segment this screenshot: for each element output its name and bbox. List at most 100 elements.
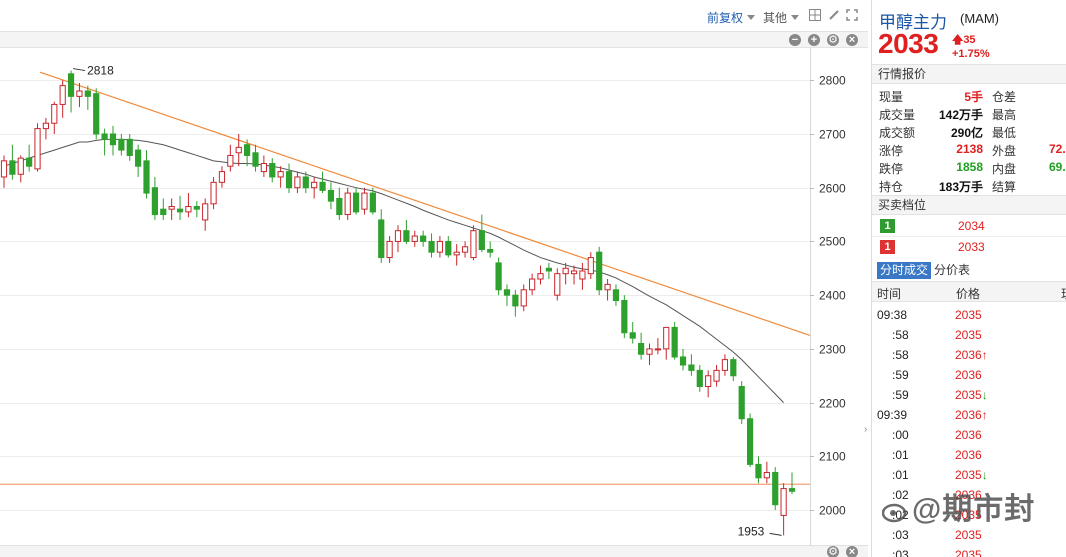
orderbook-title: 买卖档位	[872, 195, 1066, 215]
other-dropdown[interactable]: 其他	[763, 9, 800, 26]
candle-body	[579, 270, 586, 280]
candle-body	[545, 267, 552, 272]
tick-row: :01 2035↓	[872, 465, 1066, 485]
candle-body	[176, 208, 184, 213]
symbol-code: (MAM)	[960, 11, 999, 26]
candle-body	[738, 385, 745, 420]
candle-body	[42, 122, 50, 130]
candle-body	[654, 348, 661, 351]
candle-body	[646, 348, 653, 355]
candle-body	[118, 138, 125, 151]
quote-value: 290亿	[950, 126, 983, 140]
candle-body	[319, 181, 326, 191]
expand-icon[interactable]	[846, 9, 858, 21]
close-icon[interactable]: ×	[846, 34, 858, 46]
candle-body	[445, 240, 452, 256]
watermark-text: @期市封	[912, 493, 1036, 526]
candle-body	[503, 289, 511, 296]
candle-body	[713, 369, 720, 382]
candle-body	[596, 251, 603, 291]
candle-body	[67, 73, 75, 97]
tick-time: :03	[892, 528, 909, 542]
orderbook-sell-row: 1 2034	[872, 216, 1066, 237]
candle-body	[227, 154, 234, 167]
tick-price: 2036↑	[955, 408, 988, 422]
weibo-logo-icon	[882, 503, 907, 523]
settings-icon[interactable]: ⚙	[827, 34, 839, 46]
quote-label: 跌停	[879, 162, 904, 176]
candle-body	[562, 267, 569, 275]
close-icon[interactable]: ×	[846, 546, 858, 557]
adjust-price-dropdown[interactable]: 前复权	[707, 9, 756, 26]
candle-body	[160, 208, 167, 216]
quote-label: 现量	[879, 90, 904, 104]
col-extra: 现	[1061, 285, 1066, 302]
candle-body	[185, 206, 192, 213]
quote-label: 成交额	[879, 126, 916, 140]
plus-circle-icon[interactable]: +	[808, 34, 820, 46]
minus-circle-icon[interactable]: −	[789, 34, 801, 46]
candle-body	[604, 283, 611, 291]
quote-row: 成交额 290亿 最低	[872, 122, 1066, 140]
quote-section-title: 行情报价	[872, 64, 1066, 84]
candle-body	[235, 146, 242, 154]
kline-chart[interactable]: 2800 2700 2600 2500 2400 2300 2200 2100 2000 2818…	[0, 48, 860, 545]
y-tick-label: 2300	[819, 343, 846, 357]
quote-value: 1858	[956, 160, 983, 174]
candle-body	[59, 85, 66, 105]
tick-row: :59 2036	[872, 365, 1066, 385]
candle-body	[730, 359, 737, 377]
sell-level-badge: 1	[880, 219, 895, 233]
candle-body	[696, 369, 703, 387]
tick-row: :03 2035	[872, 545, 1066, 557]
quote-value: 2138	[956, 142, 983, 156]
candle-body	[252, 152, 259, 167]
candle-body	[461, 246, 469, 253]
other-label: 其他	[763, 11, 788, 25]
tick-price: 2035	[955, 528, 982, 542]
grid-icon[interactable]	[809, 9, 821, 21]
col-time: 时间	[877, 287, 902, 301]
tick-time: :58	[892, 328, 909, 342]
tick-time: 09:38	[877, 308, 908, 322]
collapse-arrow-icon[interactable]: ›	[864, 424, 870, 440]
tick-price: 2035↓	[955, 468, 988, 482]
candle-body	[168, 206, 175, 210]
quote-row: 跌停 1858 内盘 69.0	[872, 158, 1066, 176]
candle-body	[277, 171, 284, 178]
quote-label: 结算	[992, 180, 1017, 194]
candle-body	[327, 189, 335, 202]
tick-row: :58 2036↑	[872, 345, 1066, 365]
chart-toolbar: 前复权 其他	[0, 0, 868, 32]
candle-body	[344, 192, 351, 216]
quote-row: 持仓 183万手 结算	[872, 176, 1066, 194]
high-label: 2818	[87, 64, 114, 78]
adjust-price-label: 前复权	[707, 11, 744, 25]
tick-row: :58 2035	[872, 325, 1066, 345]
candle-body	[487, 248, 494, 253]
arrow-down-icon: ↓	[981, 468, 988, 482]
candle-body	[495, 262, 502, 291]
tick-time: :00	[892, 428, 909, 442]
tick-time: :59	[892, 388, 909, 402]
watermark: @期市封	[882, 484, 1035, 528]
tick-tabs: 分时成交 分价表	[872, 260, 1066, 282]
candle-body	[76, 90, 83, 97]
candle-body	[755, 463, 762, 479]
tick-price: 2035	[955, 328, 982, 342]
candle-body	[210, 181, 217, 205]
candle-body	[537, 273, 544, 280]
tick-price: 2036	[955, 428, 982, 442]
tab-price-volume[interactable]: 分价表	[934, 262, 970, 279]
change-absolute-value: 35	[963, 34, 976, 46]
tab-time-sales[interactable]: 分时成交	[877, 262, 932, 279]
settings-icon[interactable]: ⚙	[827, 546, 839, 557]
quote-value: 142万手	[938, 108, 983, 122]
plot-area	[0, 48, 810, 545]
candle-body	[721, 359, 729, 371]
tick-row: :59 2035↓	[872, 385, 1066, 405]
y-tick-label: 2800	[819, 74, 846, 88]
tick-price: 2036	[955, 448, 982, 462]
pen-icon[interactable]	[828, 9, 840, 21]
arrow-down-icon: ↓	[981, 388, 988, 402]
